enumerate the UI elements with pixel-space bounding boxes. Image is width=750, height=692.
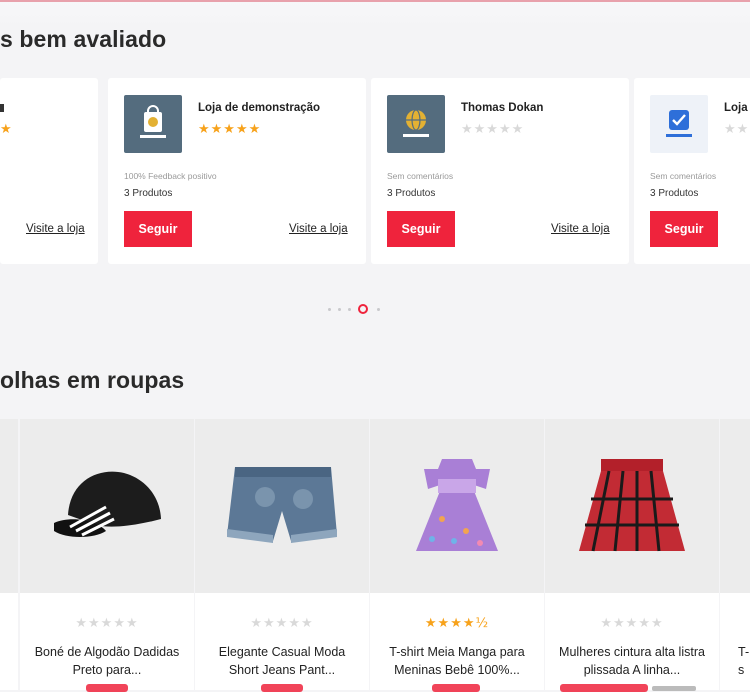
product-rating-stars: ★★★★★ — [75, 616, 139, 631]
carousel-dot[interactable] — [377, 307, 380, 311]
visit-store-link[interactable]: Visite a loja — [551, 223, 610, 235]
price-peek — [432, 684, 480, 692]
vendor-logo — [387, 95, 445, 153]
globe-icon — [403, 109, 429, 137]
feedback-text: 100% Feedback positivo — [124, 171, 217, 181]
product-image[interactable] — [20, 419, 194, 593]
cap-icon — [54, 471, 161, 537]
rating-stars: ★★★★★ — [461, 122, 525, 137]
vendor-logo — [124, 95, 182, 153]
top-fade — [0, 2, 750, 28]
vendor-name[interactable]: Loja de demonstração — [198, 102, 320, 114]
product-name[interactable]: Elegante Casual Moda Short Jeans Pant... — [205, 643, 359, 679]
visit-store-link[interactable]: Visite a loja — [289, 223, 348, 235]
product-name[interactable]: Mulheres cintura alta listra plissada A … — [555, 643, 709, 679]
follow-button[interactable]: Seguir — [124, 211, 192, 247]
clothing-section-title: olhas em roupas — [0, 367, 185, 393]
shorts-icon — [227, 467, 337, 543]
product-image[interactable] — [545, 419, 719, 593]
carousel-dot[interactable] — [338, 307, 341, 311]
product-count: 3 Produtos — [387, 188, 436, 199]
product-card-partial — [0, 419, 18, 690]
dress-icon — [416, 459, 498, 551]
rating-stars-partial: ★ — [0, 122, 12, 137]
product-rating-stars: ★★★★★ — [600, 616, 664, 631]
vendor-name[interactable]: Loja C — [724, 102, 750, 114]
carousel-dot[interactable] — [328, 307, 331, 311]
product-card[interactable]: ★★★★½ T-shirt Meia Manga para Meninas Be… — [370, 419, 544, 690]
vendor-card-partial: ★ Visite a loja — [0, 78, 98, 264]
vendor-name-partial — [0, 104, 4, 112]
carousel-dot[interactable] — [348, 307, 351, 311]
product-count: 3 Produtos — [124, 188, 173, 199]
price-peek — [560, 684, 648, 692]
cart-check-icon — [666, 110, 692, 137]
product-rating-stars: ★★★★★ — [250, 616, 314, 631]
shopping-bag-icon — [140, 105, 166, 138]
feedback-text: Sem comentários — [387, 171, 454, 181]
product-card[interactable]: ★★★★★ Elegante Casual Moda Short Jeans P… — [195, 419, 369, 690]
product-name[interactable]: Boné de Algodão Dadidas Preto para... — [30, 643, 184, 679]
product-image — [0, 419, 18, 593]
product-count: 3 Produtos — [650, 188, 699, 199]
skirt-icon — [579, 459, 685, 552]
follow-button[interactable]: Seguir — [650, 211, 718, 247]
price-peek — [86, 684, 128, 692]
carousel-dot-active[interactable] — [358, 304, 368, 314]
product-card-partial: T-s — [720, 419, 750, 690]
carousel-pagination — [328, 304, 387, 314]
product-name-partial: T-s — [738, 645, 750, 677]
product-card[interactable]: ★★★★★ Boné de Algodão Dadidas Preto para… — [20, 419, 194, 690]
product-name[interactable]: T-shirt Meia Manga para Meninas Bebê 100… — [380, 643, 534, 679]
vendor-card: Loja de demonstração ★★★★★ 100% Feedback… — [108, 78, 366, 264]
top-rated-section-title: s bem avaliado — [0, 26, 167, 52]
price-peek — [261, 684, 303, 692]
product-image[interactable] — [370, 419, 544, 593]
feedback-text: Sem comentários — [650, 171, 717, 181]
product-image[interactable] — [195, 419, 369, 593]
product-image — [720, 419, 750, 593]
visit-store-link[interactable]: Visite a loja — [26, 223, 85, 235]
price-old-peek — [652, 686, 696, 691]
follow-button[interactable]: Seguir — [387, 211, 455, 247]
rating-stars: ★★★★★ — [198, 122, 262, 137]
vendor-logo — [650, 95, 708, 153]
vendor-card: Thomas Dokan ★★★★★ Sem comentários 3 Pro… — [371, 78, 629, 264]
vendor-name[interactable]: Thomas Dokan — [461, 102, 543, 114]
vendor-card: Loja C ★★★★★ Sem comentários 3 Produtos … — [634, 78, 750, 264]
product-card[interactable]: ★★★★★ Mulheres cintura alta listra pliss… — [545, 419, 719, 690]
rating-stars: ★★★★★ — [724, 122, 750, 137]
product-rating-stars: ★★★★½ — [424, 616, 490, 631]
